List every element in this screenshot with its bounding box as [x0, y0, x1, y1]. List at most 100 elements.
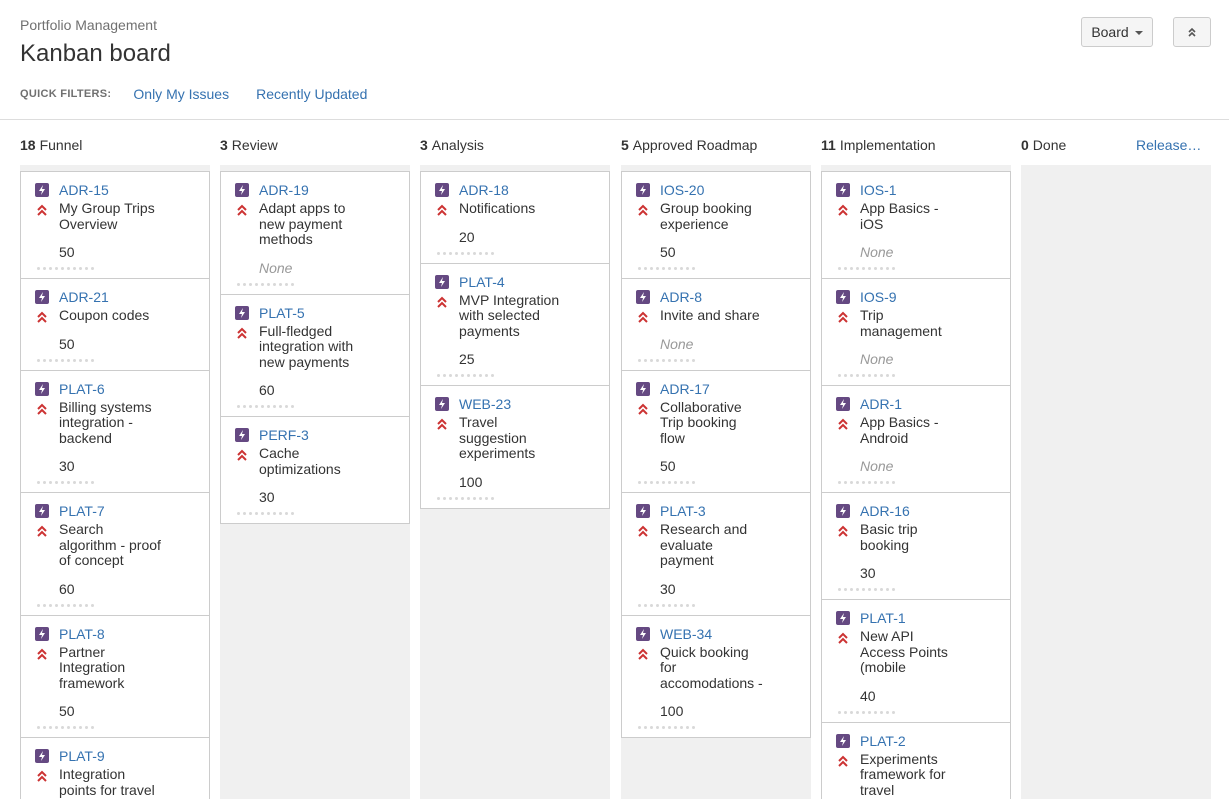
story-lightning-icon [35, 749, 49, 763]
issue-key-link[interactable]: ADR-15 [59, 181, 199, 199]
issue-card[interactable]: PLAT-6 Billing systems integration - backen… [20, 369, 210, 493]
day-dot [67, 267, 70, 270]
day-dot [61, 267, 64, 270]
day-dot [844, 481, 847, 484]
issue-card[interactable]: ADR-18 Notifications 20 [420, 171, 610, 264]
issue-summary: Coupon codes [59, 307, 171, 324]
board-menu-button[interactable]: Board [1081, 17, 1153, 47]
issue-card[interactable]: PLAT-2 Experiments framework for travel [821, 721, 1011, 799]
summary-line: points for travel [59, 781, 155, 798]
issue-card[interactable]: PLAT-7 Search algorithm - proof of concept 6… [20, 492, 210, 616]
issue-key-link[interactable]: PERF-3 [259, 426, 399, 444]
issue-key-link[interactable]: ADR-19 [259, 181, 399, 199]
board-column: ADR-18 Notifications 20 PLAT-4 MVP Integrati… [420, 165, 610, 799]
issue-summary: Trip management [860, 307, 972, 339]
double-chevron-up-icon [1188, 27, 1196, 37]
issue-card[interactable]: ADR-1 App Basics - Android None [821, 385, 1011, 493]
summary-line: booking [860, 536, 910, 553]
day-dot [838, 481, 841, 484]
issue-key-link[interactable]: IOS-20 [660, 181, 800, 199]
day-dot [249, 282, 252, 286]
day-dot [856, 267, 859, 270]
breadcrumb[interactable]: Portfolio Management [20, 16, 171, 34]
issue-card[interactable]: ADR-19 Adapt apps to new payment methods Non… [220, 171, 410, 295]
story-points: None [860, 351, 894, 367]
summary-line: Integration [59, 659, 126, 675]
summary-line: travel [860, 781, 895, 798]
issue-card[interactable]: PLAT-1 New API Access Points (mobile 40 [821, 599, 1011, 723]
day-dot [55, 481, 58, 484]
day-dot [67, 603, 70, 607]
issue-key-link[interactable]: ADR-18 [459, 181, 599, 199]
summary-line: evaluate [660, 536, 713, 553]
issue-key-link[interactable]: ADR-8 [660, 288, 800, 306]
day-dot [79, 726, 82, 729]
issue-key-link[interactable]: ADR-16 [860, 502, 1000, 520]
day-dot [892, 710, 895, 714]
column-count: 18 [20, 137, 36, 153]
issue-key-link[interactable]: PLAT-6 [59, 380, 199, 398]
issue-card[interactable]: WEB-23 Travel suggestion experiments 100 [420, 385, 610, 509]
issue-key-link[interactable]: PLAT-3 [660, 502, 800, 520]
issue-card[interactable]: ADR-16 Basic trip booking 30 [821, 492, 1011, 600]
day-dot [662, 481, 665, 484]
day-dot [644, 358, 647, 362]
days-in-column-dots [37, 481, 199, 489]
highest-priority-icon [838, 311, 848, 323]
day-dot [61, 481, 64, 484]
story-lightning-icon [836, 733, 850, 748]
release-link[interactable]: Release… [1136, 137, 1201, 153]
day-dot [79, 481, 82, 484]
issue-key-link[interactable]: ADR-17 [660, 380, 800, 398]
story-lightning-icon [836, 397, 850, 411]
collapse-header-button[interactable] [1173, 17, 1211, 47]
issue-key-link[interactable]: PLAT-7 [59, 502, 199, 520]
issue-key-link[interactable]: PLAT-4 [459, 273, 599, 291]
board-column: IOS-1 App Basics - iOS None IOS-9 Trip managem… [821, 165, 1011, 799]
issue-key-link[interactable]: WEB-34 [660, 625, 800, 643]
day-dot [874, 267, 877, 270]
summary-line: Notifications [459, 200, 536, 216]
day-dot [850, 710, 853, 714]
issue-card[interactable]: ADR-8 Invite and share None [621, 278, 811, 371]
filter-only-my-issues[interactable]: Only My Issues [133, 86, 229, 102]
issue-key-link[interactable]: PLAT-8 [59, 625, 199, 643]
issue-key-link[interactable]: PLAT-9 [59, 747, 199, 765]
day-dot [473, 496, 476, 500]
issue-card[interactable]: PLAT-3 Research and evaluate payment 30 [621, 492, 811, 616]
days-in-column-dots [638, 603, 800, 612]
filter-recently-updated[interactable]: Recently Updated [256, 86, 367, 102]
day-dot [686, 603, 689, 607]
issue-key-link[interactable]: IOS-9 [860, 288, 1000, 306]
issue-key-link[interactable]: PLAT-2 [860, 732, 1000, 750]
day-dot [862, 588, 865, 591]
issue-card[interactable]: PLAT-9 Integration points for travel [20, 737, 210, 799]
day-dot [285, 405, 288, 408]
issue-key-link[interactable]: WEB-23 [459, 395, 599, 413]
issue-card[interactable]: PLAT-5 Full-fledged integration with new pa… [220, 293, 410, 417]
issue-key-link[interactable]: PLAT-5 [259, 304, 399, 322]
issue-key-link[interactable]: ADR-21 [59, 288, 199, 306]
issue-card[interactable]: IOS-20 Group booking experience 50 [621, 171, 811, 279]
issue-card[interactable]: ADR-21 Coupon codes 50 [20, 278, 210, 371]
issue-card[interactable]: PLAT-4 MVP Integration with selected paymen… [420, 262, 610, 386]
issue-card[interactable]: IOS-9 Trip management None [821, 278, 1011, 386]
issue-key-link[interactable]: IOS-1 [860, 181, 1000, 199]
days-in-column-dots [37, 726, 199, 734]
issue-card[interactable]: PLAT-8 Partner Integration framework 50 [20, 614, 210, 738]
issue-card[interactable]: ADR-15 My Group Trips Overview 50 [20, 171, 210, 279]
issue-card[interactable]: WEB-34 Quick booking for accomodations - 100 [621, 614, 811, 738]
story-points: 40 [860, 687, 876, 704]
issue-key-link[interactable]: PLAT-1 [860, 609, 1000, 627]
highest-priority-icon [437, 418, 447, 430]
highest-priority-icon [37, 204, 47, 216]
issue-card[interactable]: IOS-1 App Basics - iOS None [821, 171, 1011, 279]
column-header-analysis: 3 Analysis [420, 137, 484, 153]
issue-card[interactable]: ADR-17 Collaborative Trip booking flow 50 [621, 369, 811, 493]
day-dot [686, 358, 689, 362]
issue-key-link[interactable]: ADR-1 [860, 395, 1000, 413]
days-in-column-dots [838, 374, 1000, 382]
day-dot [273, 282, 276, 286]
issue-card[interactable]: PERF-3 Cache optimizations 30 [220, 416, 410, 524]
day-dot [67, 726, 70, 729]
